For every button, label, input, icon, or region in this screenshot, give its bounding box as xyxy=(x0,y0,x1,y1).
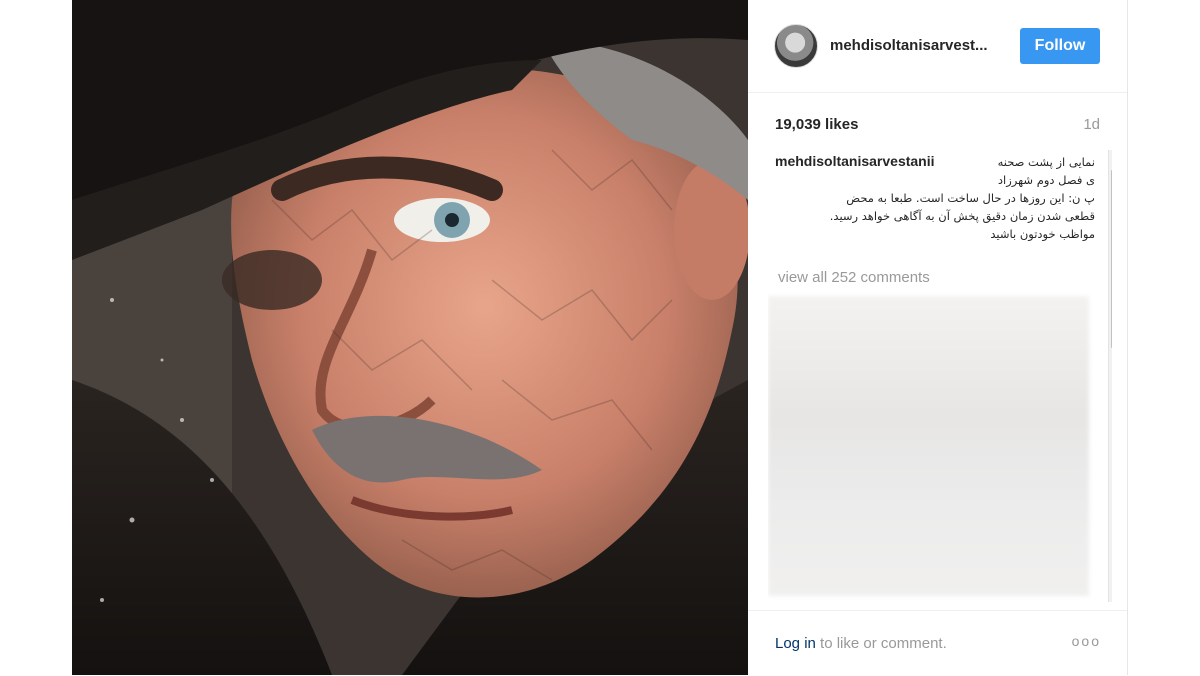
login-prompt-text: to like or comment. xyxy=(815,635,947,652)
likes-count[interactable]: 19,039 likes xyxy=(775,116,858,133)
scroll-down-arrow-icon[interactable]: ▼ xyxy=(1109,586,1112,602)
caption-username[interactable]: mehdisoltanisarvestanii xyxy=(775,153,935,169)
post-time[interactable]: 1d xyxy=(1083,116,1100,133)
more-options-icon[interactable]: ooo xyxy=(1072,633,1101,649)
post-header: mehdisoltanisarvest... Follow xyxy=(748,0,1127,93)
post-side-panel: mehdisoltanisarvest... Follow 19,039 lik… xyxy=(748,0,1128,675)
portrait-artwork xyxy=(72,0,748,675)
post-photo xyxy=(72,0,748,675)
comments-area: نمایی از پشت صحنه ی فصل دوم شهرزاد پ ن: … xyxy=(768,150,1112,602)
login-prompt: Log in to like or comment. xyxy=(775,635,947,652)
post-footer: Log in to like or comment. ooo xyxy=(748,610,1127,676)
avatar[interactable] xyxy=(774,24,818,68)
scroll-thumb[interactable]: ≡ xyxy=(1111,170,1112,348)
scroll-up-arrow-icon[interactable]: ▲ xyxy=(1109,150,1112,166)
follow-button[interactable]: Follow xyxy=(1020,28,1100,64)
username-link[interactable]: mehdisoltanisarvest... xyxy=(830,37,1000,54)
view-all-comments-link[interactable]: view all 252 comments xyxy=(778,269,930,286)
comments-scrollbar[interactable]: ▲ ≡ ▼ xyxy=(1108,150,1112,602)
login-link[interactable]: Log in xyxy=(775,635,816,652)
blurred-comments-region xyxy=(768,296,1089,596)
